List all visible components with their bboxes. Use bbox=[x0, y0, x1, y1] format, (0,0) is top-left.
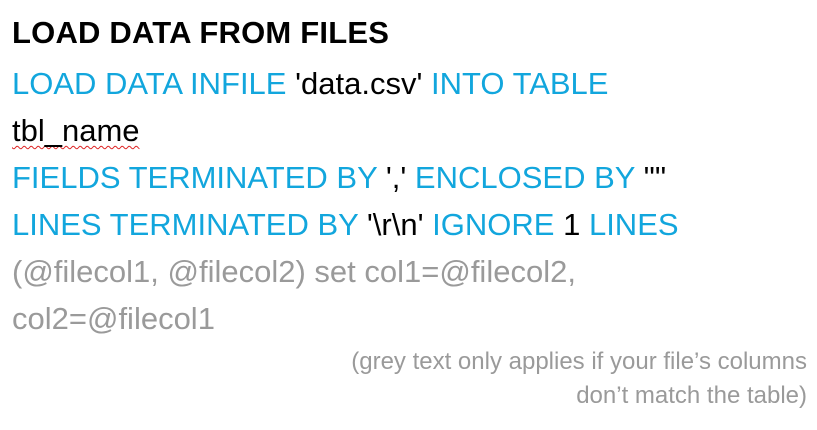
slide-content: LOAD DATA FROM FILES LOAD DATA INFILE 'd… bbox=[12, 14, 807, 342]
code-line-2: tbl_name bbox=[12, 107, 807, 154]
code-line-6-optional: col2=@filecol1 bbox=[12, 301, 215, 336]
grey-text-note: (grey text only applies if your file’s c… bbox=[247, 345, 807, 413]
identifier-table-name: tbl_name bbox=[12, 113, 140, 148]
keyword-fields-terminated-by: FIELDS TERMINATED BY bbox=[12, 160, 378, 195]
keyword-enclosed-by: ENCLOSED BY bbox=[414, 160, 635, 195]
code-line-3: FIELDS TERMINATED BY ',' ENCLOSED BY '"' bbox=[12, 154, 807, 201]
code-line-5-optional: (@filecol1, @filecol2) set col1=@filecol… bbox=[12, 254, 576, 289]
note-line-2: don’t match the table) bbox=[576, 382, 807, 409]
literal-filename: 'data.csv' bbox=[295, 66, 423, 101]
keyword-lines: LINES bbox=[588, 207, 679, 242]
literal-enclosure-char: '"' bbox=[643, 160, 667, 195]
note-line-1: (grey text only applies if your file’s c… bbox=[351, 348, 807, 375]
slide-title: LOAD DATA FROM FILES bbox=[12, 15, 390, 50]
keyword-into-table: INTO TABLE bbox=[431, 66, 609, 101]
keyword-ignore: IGNORE bbox=[432, 207, 555, 242]
code-line-4: LINES TERMINATED BY '\r\n' IGNORE 1 LINE… bbox=[12, 201, 807, 248]
keyword-lines-terminated-by: LINES TERMINATED BY bbox=[12, 207, 359, 242]
literal-field-separator: ',' bbox=[385, 160, 407, 195]
literal-ignore-count: 1 bbox=[563, 207, 581, 242]
code-line-1: LOAD DATA INFILE 'data.csv' INTO TABLE bbox=[12, 60, 807, 107]
keyword-load-data-infile: LOAD DATA INFILE bbox=[12, 66, 287, 101]
literal-line-terminator: '\r\n' bbox=[366, 207, 424, 242]
